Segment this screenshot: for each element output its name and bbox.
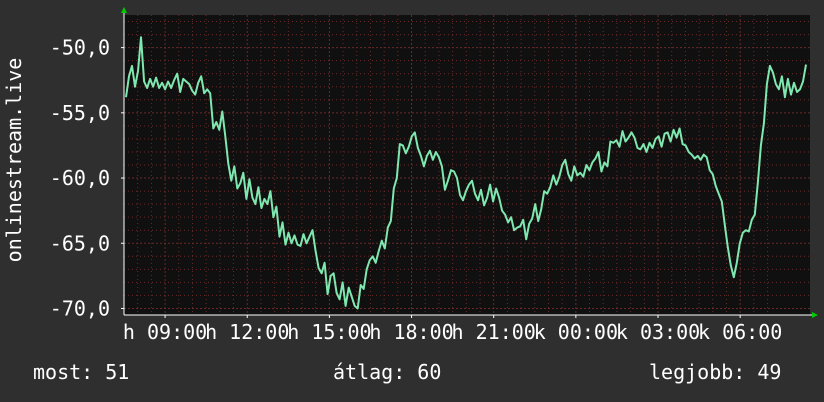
y-axis-label-text: onlinestream.live [2, 57, 26, 263]
y-axis-ticks: -50,0 -55,0 -60,0 -65,0 -70,0 [50, 36, 124, 320]
y-tick-label: -60,0 [50, 166, 110, 190]
x-tick-label: k 03:00 [616, 320, 700, 344]
y-tick-label: -65,0 [50, 231, 110, 255]
y-tick-label: -55,0 [50, 101, 110, 125]
plot-background [124, 15, 810, 315]
x-axis-ticks: h 09:00h 12:00h 15:00h 18:00h 21:00k 00:… [123, 315, 782, 344]
y-axis-arrow [121, 7, 127, 13]
x-tick-label: h 15:00 [287, 320, 371, 344]
x-tick-label: h 09:00 [123, 320, 207, 344]
x-tick-label: k 00:00 [534, 320, 618, 344]
x-tick-label: h 12:00 [205, 320, 289, 344]
stat-current: most: 51 [33, 360, 130, 384]
x-tick-label: h 21:00 [452, 320, 536, 344]
stat-best: legjobb: 49 [649, 360, 782, 384]
stat-average: átlag: 60 [333, 360, 442, 384]
line-chart: -50,0 -55,0 -60,0 -65,0 -70,0 h 09:00h 12:00… [50, 7, 818, 344]
y-axis-label: onlinestream.live [2, 40, 26, 280]
y-tick-label: -70,0 [50, 296, 110, 320]
x-axis-arrow [812, 312, 818, 318]
x-tick-label: h 18:00 [369, 320, 453, 344]
x-tick-label: k 06:00 [698, 320, 782, 344]
y-tick-label: -50,0 [50, 36, 110, 60]
